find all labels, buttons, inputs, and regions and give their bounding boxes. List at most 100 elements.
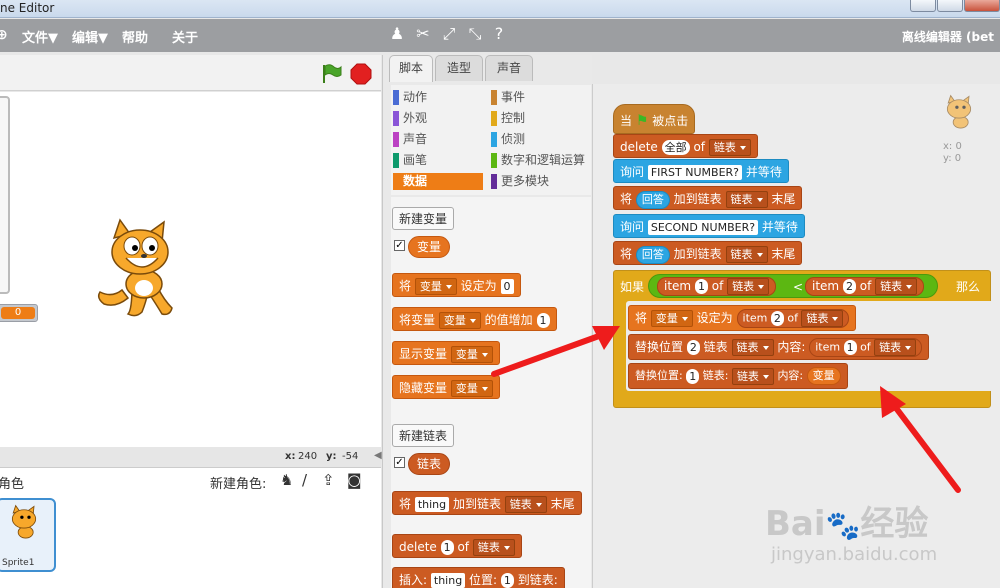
variable-reporter-block[interactable]: 变量 xyxy=(408,236,451,258)
close-button[interactable] xyxy=(964,0,1000,12)
variable-dropdown[interactable]: 变量 xyxy=(450,380,493,397)
category-control[interactable]: 控制 xyxy=(491,110,591,127)
list-dropdown[interactable]: 链表 xyxy=(874,339,917,356)
hide-variable-block[interactable]: 隐藏变量 变量 xyxy=(392,375,500,399)
list-checkbox[interactable]: ✓ xyxy=(394,457,405,468)
duplicate-icon[interactable]: ♟ xyxy=(388,25,406,43)
stop-sign-icon[interactable] xyxy=(350,63,372,85)
delete-all-block[interactable]: delete 全部 of 链表 xyxy=(613,134,758,158)
sprite-thumbnail[interactable]: Sprite1 xyxy=(0,498,56,572)
add-answer-block-1[interactable]: 将 回答 加到链表 链表 末尾 xyxy=(613,186,803,210)
cut-icon[interactable]: ✂ xyxy=(414,25,432,43)
add-to-list-block[interactable]: 将 thing 加到链表 链表 末尾 xyxy=(392,491,582,515)
category-events[interactable]: 事件 xyxy=(491,89,591,106)
stage-canvas[interactable]: 0 xyxy=(0,92,381,447)
index-input[interactable]: 1 xyxy=(500,573,514,588)
list-dropdown[interactable]: 链表 xyxy=(725,246,768,263)
item-reporter[interactable]: item 2 of 链表 xyxy=(736,309,850,328)
tab-costumes[interactable]: 造型 xyxy=(435,55,483,81)
list-reporter-block[interactable]: 链表 xyxy=(408,453,451,475)
replace-item-block-2[interactable]: 替换位置: 1 链表: 链表 内容: 变量 xyxy=(628,363,848,389)
tab-sounds[interactable]: 声音 xyxy=(485,55,533,81)
variable-dropdown[interactable]: 变量 xyxy=(450,346,493,363)
new-list-button[interactable]: 新建链表 xyxy=(392,424,455,447)
maximize-button[interactable] xyxy=(937,0,963,12)
green-flag-icon[interactable] xyxy=(320,63,342,85)
item-input[interactable]: thing xyxy=(414,497,450,512)
grow-icon[interactable]: ⤢ xyxy=(440,25,458,43)
ask-first-block[interactable]: 询问 FIRST NUMBER? 并等待 xyxy=(613,159,789,183)
item-reporter[interactable]: item 1 of 链表 xyxy=(809,338,923,357)
cat-sprite[interactable] xyxy=(92,218,188,320)
replace-item-block-1[interactable]: 替换位置 2 链表 链表 内容: item 1 of 链表 xyxy=(628,334,930,360)
list-dropdown[interactable]: 链表 xyxy=(472,539,515,556)
question-input[interactable]: FIRST NUMBER? xyxy=(647,165,743,180)
index-input[interactable]: 1 xyxy=(440,540,454,555)
variable-monitor: 0 xyxy=(0,304,38,322)
list-dropdown[interactable]: 链表 xyxy=(504,496,547,513)
category-pen[interactable]: 画笔 xyxy=(393,152,483,169)
index-input[interactable]: 2 xyxy=(842,279,856,294)
insert-into-list-block[interactable]: 插入: thing 位置: 1 到链表: xyxy=(392,567,565,588)
minimize-button[interactable] xyxy=(910,0,936,12)
list-dropdown[interactable]: 链表 xyxy=(875,278,918,295)
less-than-operator[interactable]: item 1 of 链表 < item 2 of 链表 xyxy=(648,274,938,298)
item-reporter-2[interactable]: item 2 of 链表 xyxy=(805,277,925,296)
delete-from-list-block[interactable]: delete 1 of 链表 xyxy=(392,534,522,558)
category-motion[interactable]: 动作 xyxy=(393,89,483,106)
help-icon[interactable]: ? xyxy=(490,25,508,43)
value-input[interactable]: 0 xyxy=(500,279,514,294)
set-variable-to-item-block[interactable]: 将 变量 设定为 item 2 of 链表 xyxy=(628,305,857,331)
list-dropdown[interactable]: 链表 xyxy=(708,139,751,156)
menu-file[interactable]: 文件▼ xyxy=(22,27,58,46)
index-input[interactable]: 1 xyxy=(686,368,700,384)
list-dropdown[interactable]: 链表 xyxy=(727,278,770,295)
camera-icon[interactable]: ◙ xyxy=(347,471,362,489)
sprite-library-icon[interactable]: ♞ xyxy=(280,471,293,489)
value-input[interactable]: 1 xyxy=(536,313,550,328)
add-answer-block-2[interactable]: 将 回答 加到链表 链表 末尾 xyxy=(613,241,803,265)
answer-reporter[interactable]: 回答 xyxy=(635,245,670,264)
globe-icon[interactable]: ⊕ xyxy=(0,27,8,43)
answer-reporter[interactable]: 回答 xyxy=(635,190,670,209)
list-dropdown[interactable]: 链表 xyxy=(731,339,774,356)
when-flag-clicked-block[interactable]: 当 ⚑ 被点击 xyxy=(613,104,696,134)
shrink-icon[interactable]: ⤡ xyxy=(466,25,484,43)
category-data[interactable]: 数据 xyxy=(393,173,483,190)
if-then-block[interactable]: 如果 item 1 of 链表 < item 2 of 链表 那么 将 变量 设… xyxy=(613,270,992,408)
question-input[interactable]: SECOND NUMBER? xyxy=(647,220,759,235)
change-variable-block[interactable]: 将变量 变量 的值增加 1 xyxy=(392,307,557,331)
category-looks[interactable]: 外观 xyxy=(393,110,483,127)
index-input[interactable]: 1 xyxy=(843,340,857,355)
category-more-blocks[interactable]: 更多模块 xyxy=(491,173,591,190)
script-area[interactable]: x: 0 y: 0 当 ⚑ 被点击 delete 全部 of 链表 询问 FIR… xyxy=(592,84,1000,588)
list-dropdown[interactable]: 链表 xyxy=(731,367,774,385)
paint-brush-icon[interactable]: / xyxy=(302,471,307,489)
category-sound[interactable]: 声音 xyxy=(393,131,483,148)
menu-edit[interactable]: 编辑▼ xyxy=(72,27,108,46)
ask-second-block[interactable]: 询问 SECOND NUMBER? 并等待 xyxy=(613,214,805,238)
item-input[interactable]: thing xyxy=(430,573,466,588)
category-sensing[interactable]: 侦测 xyxy=(491,131,591,148)
index-input[interactable]: 2 xyxy=(686,340,700,355)
index-input[interactable]: 2 xyxy=(770,311,784,326)
upload-icon[interactable]: ⇪ xyxy=(322,471,335,489)
collapse-arrow-icon[interactable]: ◀ xyxy=(374,450,382,461)
item-reporter-1[interactable]: item 1 of 链表 xyxy=(657,277,777,296)
set-variable-block[interactable]: 将 变量 设定为 0 xyxy=(392,273,521,297)
new-variable-button[interactable]: 新建变量 xyxy=(392,207,455,230)
variable-dropdown[interactable]: 变量 xyxy=(650,310,693,327)
tab-scripts[interactable]: 脚本 xyxy=(389,55,433,82)
variable-dropdown[interactable]: 变量 xyxy=(438,312,481,329)
menu-about[interactable]: 关于 xyxy=(172,27,198,46)
show-variable-block[interactable]: 显示变量 变量 xyxy=(392,341,500,365)
variable-dropdown[interactable]: 变量 xyxy=(414,278,457,295)
list-dropdown[interactable]: 链表 xyxy=(801,310,844,327)
variable-reporter[interactable]: 变量 xyxy=(806,367,841,385)
variable-checkbox[interactable]: ✓ xyxy=(394,240,405,251)
list-dropdown[interactable]: 链表 xyxy=(725,191,768,208)
index-input[interactable]: 1 xyxy=(694,279,708,294)
menu-help[interactable]: 帮助 xyxy=(122,27,148,46)
index-input[interactable]: 全部 xyxy=(661,140,690,155)
category-operators[interactable]: 数字和逻辑运算 xyxy=(491,152,591,169)
